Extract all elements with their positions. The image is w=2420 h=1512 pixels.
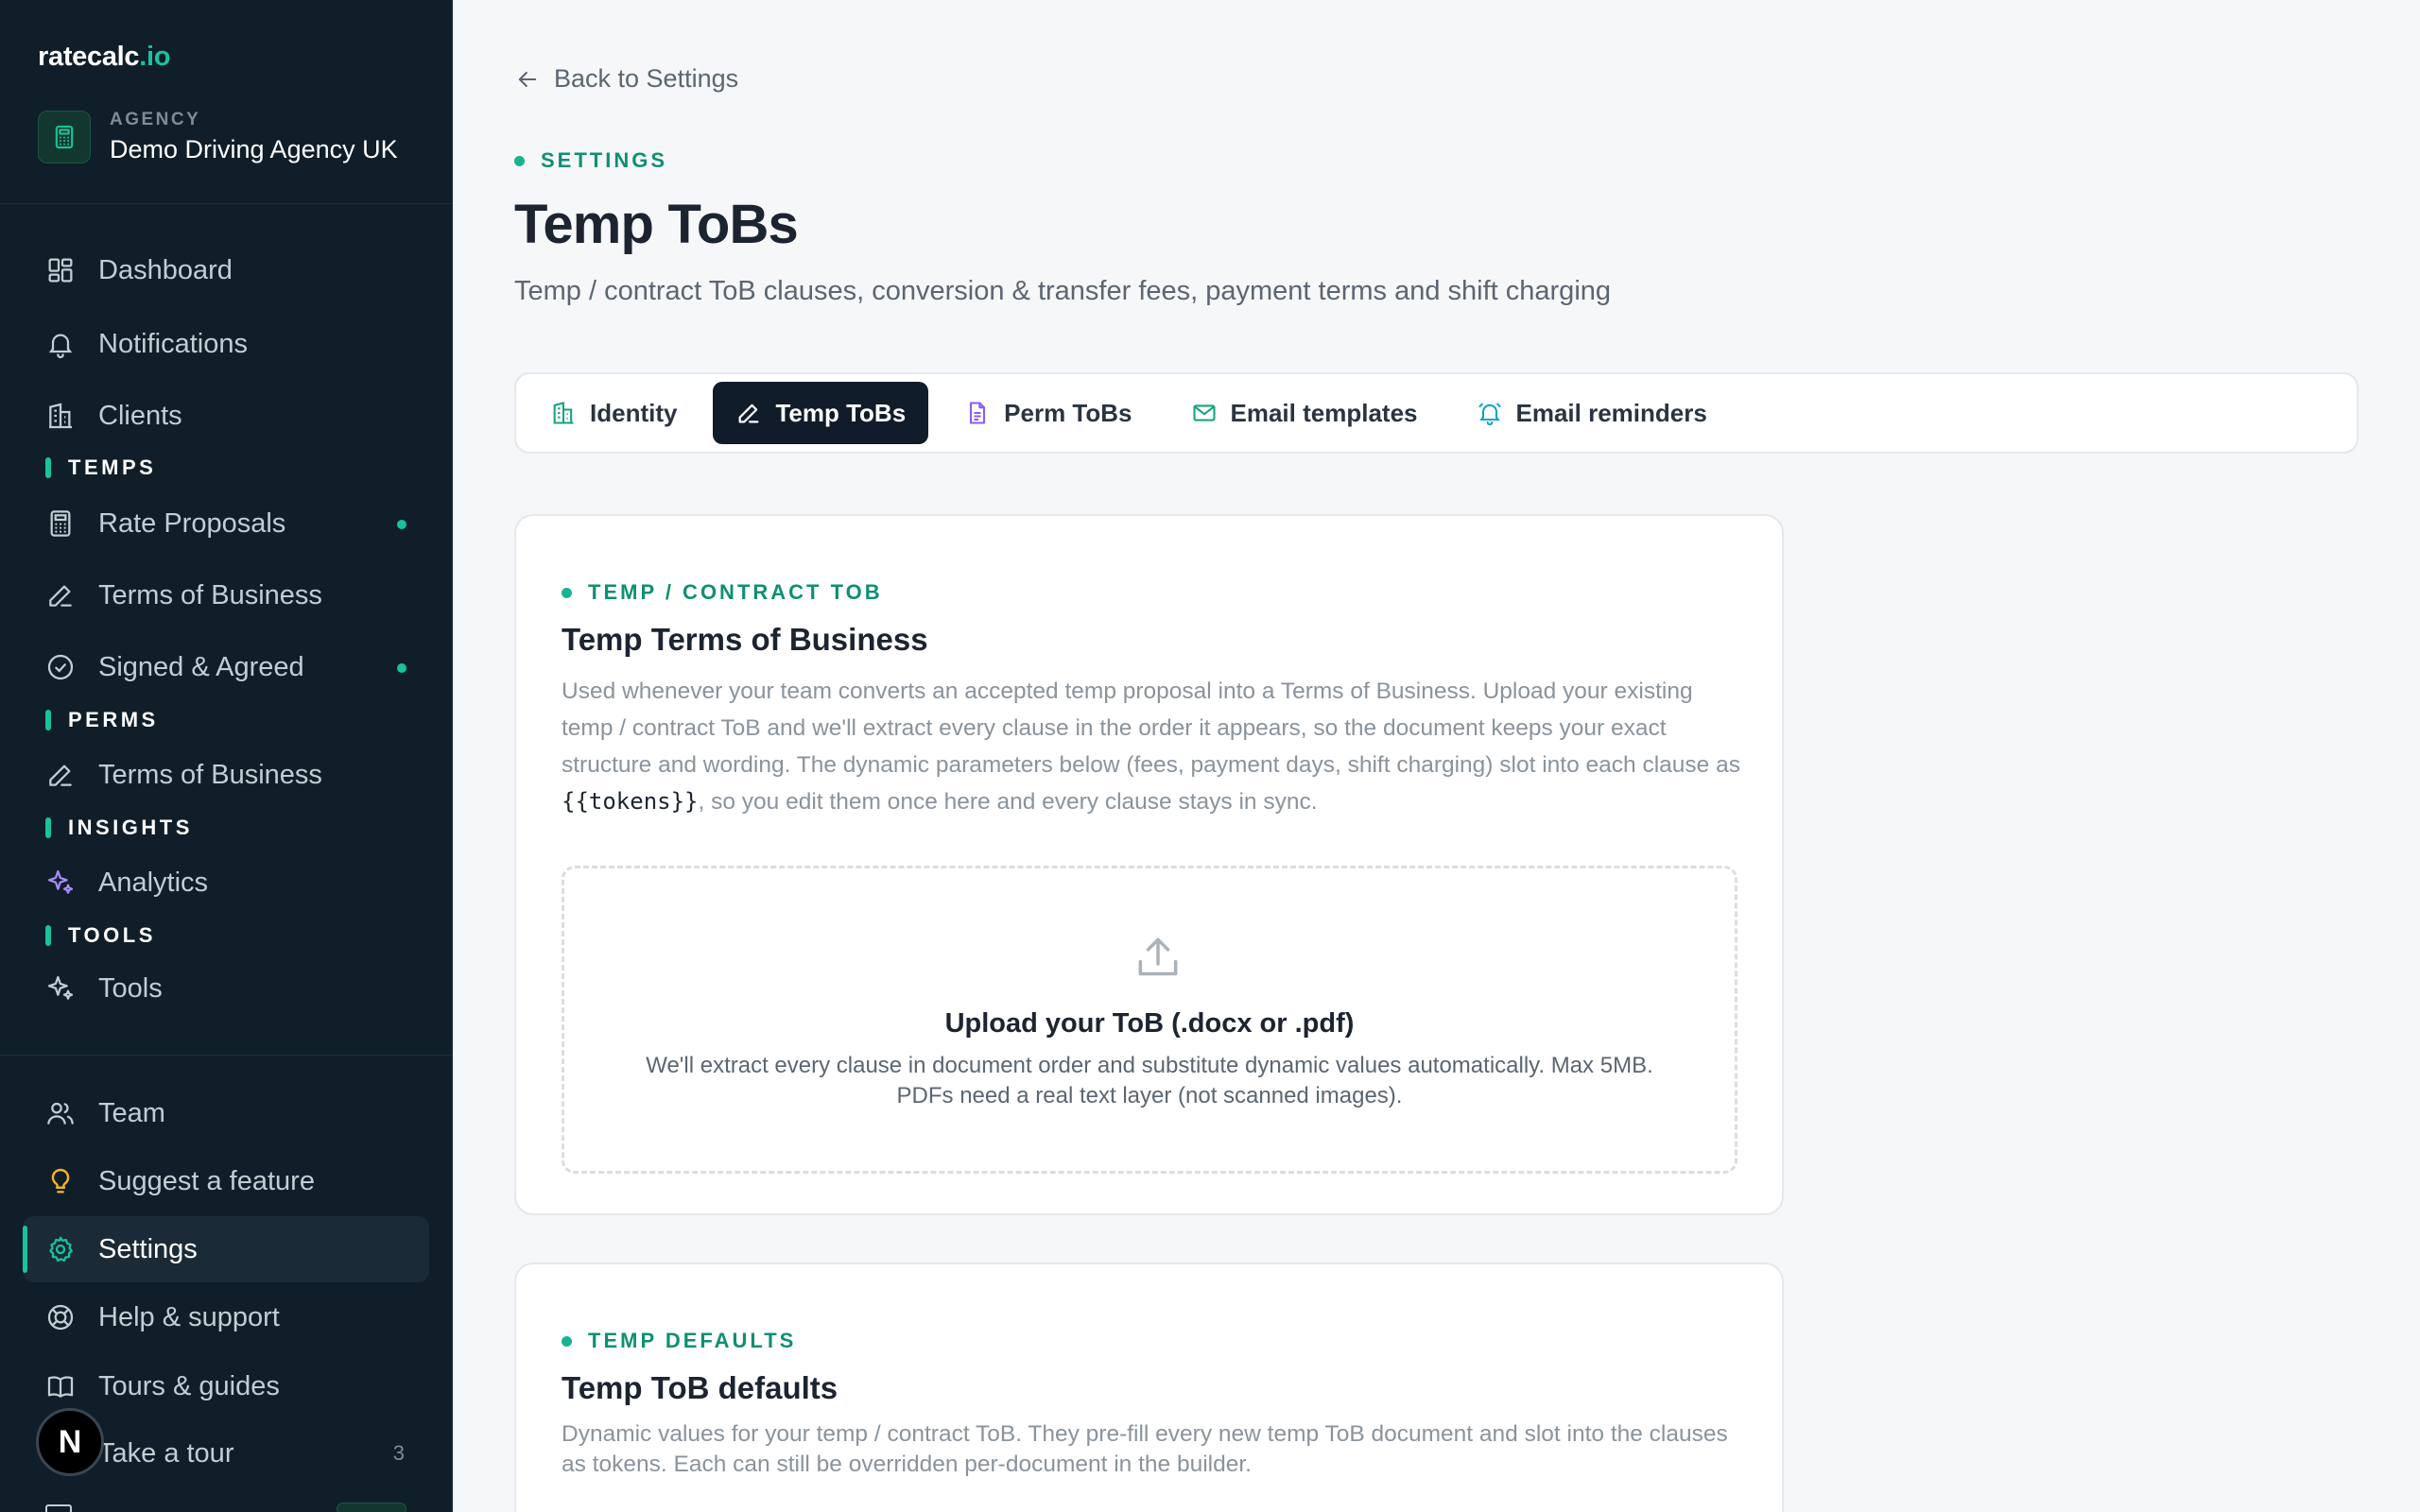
pen-icon xyxy=(45,760,76,790)
avatar[interactable]: N xyxy=(36,1408,104,1476)
upload-description: We'll extract every clause in document o… xyxy=(646,1053,1653,1108)
pen-icon xyxy=(45,580,76,610)
sidebar-item-notifications[interactable]: Notifications xyxy=(23,311,429,377)
sidebar: ratecalc.io AGENCY Demo Driving Agency U… xyxy=(0,0,453,1512)
building-icon xyxy=(550,400,577,426)
lightbulb-icon xyxy=(45,1166,76,1196)
page-title: Temp ToBs xyxy=(514,194,799,255)
document-icon xyxy=(964,400,991,426)
upload-icon xyxy=(1132,931,1184,984)
sidebar-item-perm-terms-of-business[interactable]: Terms of Business xyxy=(23,742,429,808)
sidebar-item-label: Tours & guides xyxy=(98,1370,280,1401)
sidebar-item-label: Help & support xyxy=(98,1301,280,1332)
bell-icon xyxy=(45,329,76,359)
calculator-icon xyxy=(45,508,76,539)
tob-upload-dropzone[interactable]: Upload your ToB (.docx or .pdf) We'll ex… xyxy=(562,866,1737,1174)
sidebar-divider xyxy=(0,203,453,204)
tokens-code: {{tokens}} xyxy=(562,788,699,815)
book-icon xyxy=(45,1371,76,1401)
sidebar-item-help-support[interactable]: Help & support xyxy=(23,1284,429,1350)
sidebar-item-label: Team xyxy=(98,1097,165,1128)
tab-temp-tobs[interactable]: Temp ToBs xyxy=(713,382,929,444)
sidebar-item-analytics[interactable]: Analytics xyxy=(23,850,429,916)
tab-perm-tobs[interactable]: Perm ToBs xyxy=(942,382,1154,444)
section-temps: TEMPS xyxy=(45,455,156,479)
page-subtitle: Temp / contract ToB clauses, conversion … xyxy=(514,276,1612,306)
back-to-settings-link[interactable]: Back to Settings xyxy=(514,64,738,94)
main-content: Back to Settings SETTINGS Temp ToBs Temp… xyxy=(454,0,2420,1512)
section-insights: INSIGHTS xyxy=(45,816,193,839)
sidebar-item-team[interactable]: Team xyxy=(23,1080,429,1146)
sidebar-item-label: Take a tour xyxy=(98,1437,234,1469)
sidebar-item-label: Terms of Business xyxy=(98,579,322,610)
users-icon xyxy=(45,1098,76,1128)
sidebar-item-temp-terms-of-business[interactable]: Terms of Business xyxy=(23,562,429,628)
tab-label: Temp ToBs xyxy=(775,398,907,427)
sidebar-item-label: Rate Proposals xyxy=(98,507,286,539)
sidebar-item-signed-agreed[interactable]: Signed & Agreed xyxy=(23,634,429,700)
section-perms: PERMS xyxy=(45,708,159,731)
sidebar-item-rate-proposals[interactable]: Rate Proposals xyxy=(23,490,429,557)
arrow-left-icon xyxy=(514,66,541,93)
pen-icon xyxy=(735,400,762,426)
tab-identity[interactable]: Identity xyxy=(527,382,700,444)
sidebar-item-label: Notifications xyxy=(98,328,248,359)
sidebar-item-label: Signed & Agreed xyxy=(98,651,304,682)
bell-icon xyxy=(1477,400,1503,426)
sidebar-item-label: Analytics xyxy=(98,867,209,898)
active-indicator xyxy=(23,1226,27,1273)
sidebar-item-suggest-feature[interactable]: Suggest a feature xyxy=(23,1148,429,1214)
agency-name: Demo Driving Agency UK xyxy=(110,135,398,163)
temp-defaults-card: TEMP DEFAULTS Temp ToB defaults Dynamic … xyxy=(514,1263,1784,1512)
sidebar-item-label: Suggest a feature xyxy=(98,1165,315,1196)
tab-label: Perm ToBs xyxy=(1004,398,1132,427)
sidebar-divider xyxy=(0,1055,453,1056)
sidebar-item-tools[interactable]: Tools xyxy=(23,955,429,1022)
card-description: Used whenever your team converts an acce… xyxy=(562,679,1740,815)
upload-title: Upload your ToB (.docx or .pdf) xyxy=(944,1008,1355,1039)
settings-tabs: Identity Temp ToBs Perm ToBs Email templ… xyxy=(514,372,2359,454)
sparkle-icon xyxy=(45,973,76,1004)
page-eyebrow: SETTINGS xyxy=(514,148,667,173)
gear-icon xyxy=(45,1234,76,1264)
check-circle-icon xyxy=(45,652,76,682)
card-title: Temp Terms of Business xyxy=(562,622,928,657)
sidebar-item-label: Clients xyxy=(98,400,182,431)
sidebar-item-label: Settings xyxy=(98,1233,198,1264)
sidebar-item-settings[interactable]: Settings xyxy=(23,1216,429,1282)
card-description: Dynamic values for your temp / contract … xyxy=(562,1421,1728,1477)
status-dot xyxy=(397,520,406,529)
card-eyebrow: TEMP DEFAULTS xyxy=(562,1329,796,1353)
partial-nav-icon xyxy=(45,1504,72,1512)
tab-label: Email templates xyxy=(1230,398,1418,427)
agency-switcher[interactable]: AGENCY Demo Driving Agency UK xyxy=(38,110,398,164)
tab-email-reminders[interactable]: Email reminders xyxy=(1454,382,1730,444)
sidebar-item-clients[interactable]: Clients xyxy=(23,383,429,449)
sidebar-item-tours-guides[interactable]: Tours & guides xyxy=(23,1353,429,1419)
dashboard-icon xyxy=(45,255,76,285)
brand-logo[interactable]: ratecalc.io xyxy=(38,42,170,73)
tab-label: Email reminders xyxy=(1515,398,1707,427)
tab-email-templates[interactable]: Email templates xyxy=(1168,382,1441,444)
temp-tob-card: TEMP / CONTRACT TOB Temp Terms of Busine… xyxy=(514,514,1784,1215)
mail-icon xyxy=(1191,400,1218,426)
status-dot xyxy=(397,663,406,673)
agency-label: AGENCY xyxy=(110,110,201,129)
back-link-label: Back to Settings xyxy=(554,64,739,93)
sparkles-icon xyxy=(45,868,76,898)
lifebuoy-icon xyxy=(45,1302,76,1332)
sidebar-item-label: Terms of Business xyxy=(98,759,322,790)
sidebar-item-dashboard[interactable]: Dashboard xyxy=(23,237,429,303)
building-icon xyxy=(45,401,76,431)
section-tools: TOOLS xyxy=(45,923,156,947)
tab-label: Identity xyxy=(590,398,678,427)
calculator-icon xyxy=(38,111,91,163)
sidebar-item-label: Dashboard xyxy=(98,254,233,285)
card-title: Temp ToB defaults xyxy=(562,1370,838,1405)
tour-count-badge: 3 xyxy=(392,1441,405,1465)
card-eyebrow: TEMP / CONTRACT TOB xyxy=(562,580,883,605)
sidebar-item-label: Tools xyxy=(98,972,163,1004)
partial-badge xyxy=(337,1503,406,1512)
